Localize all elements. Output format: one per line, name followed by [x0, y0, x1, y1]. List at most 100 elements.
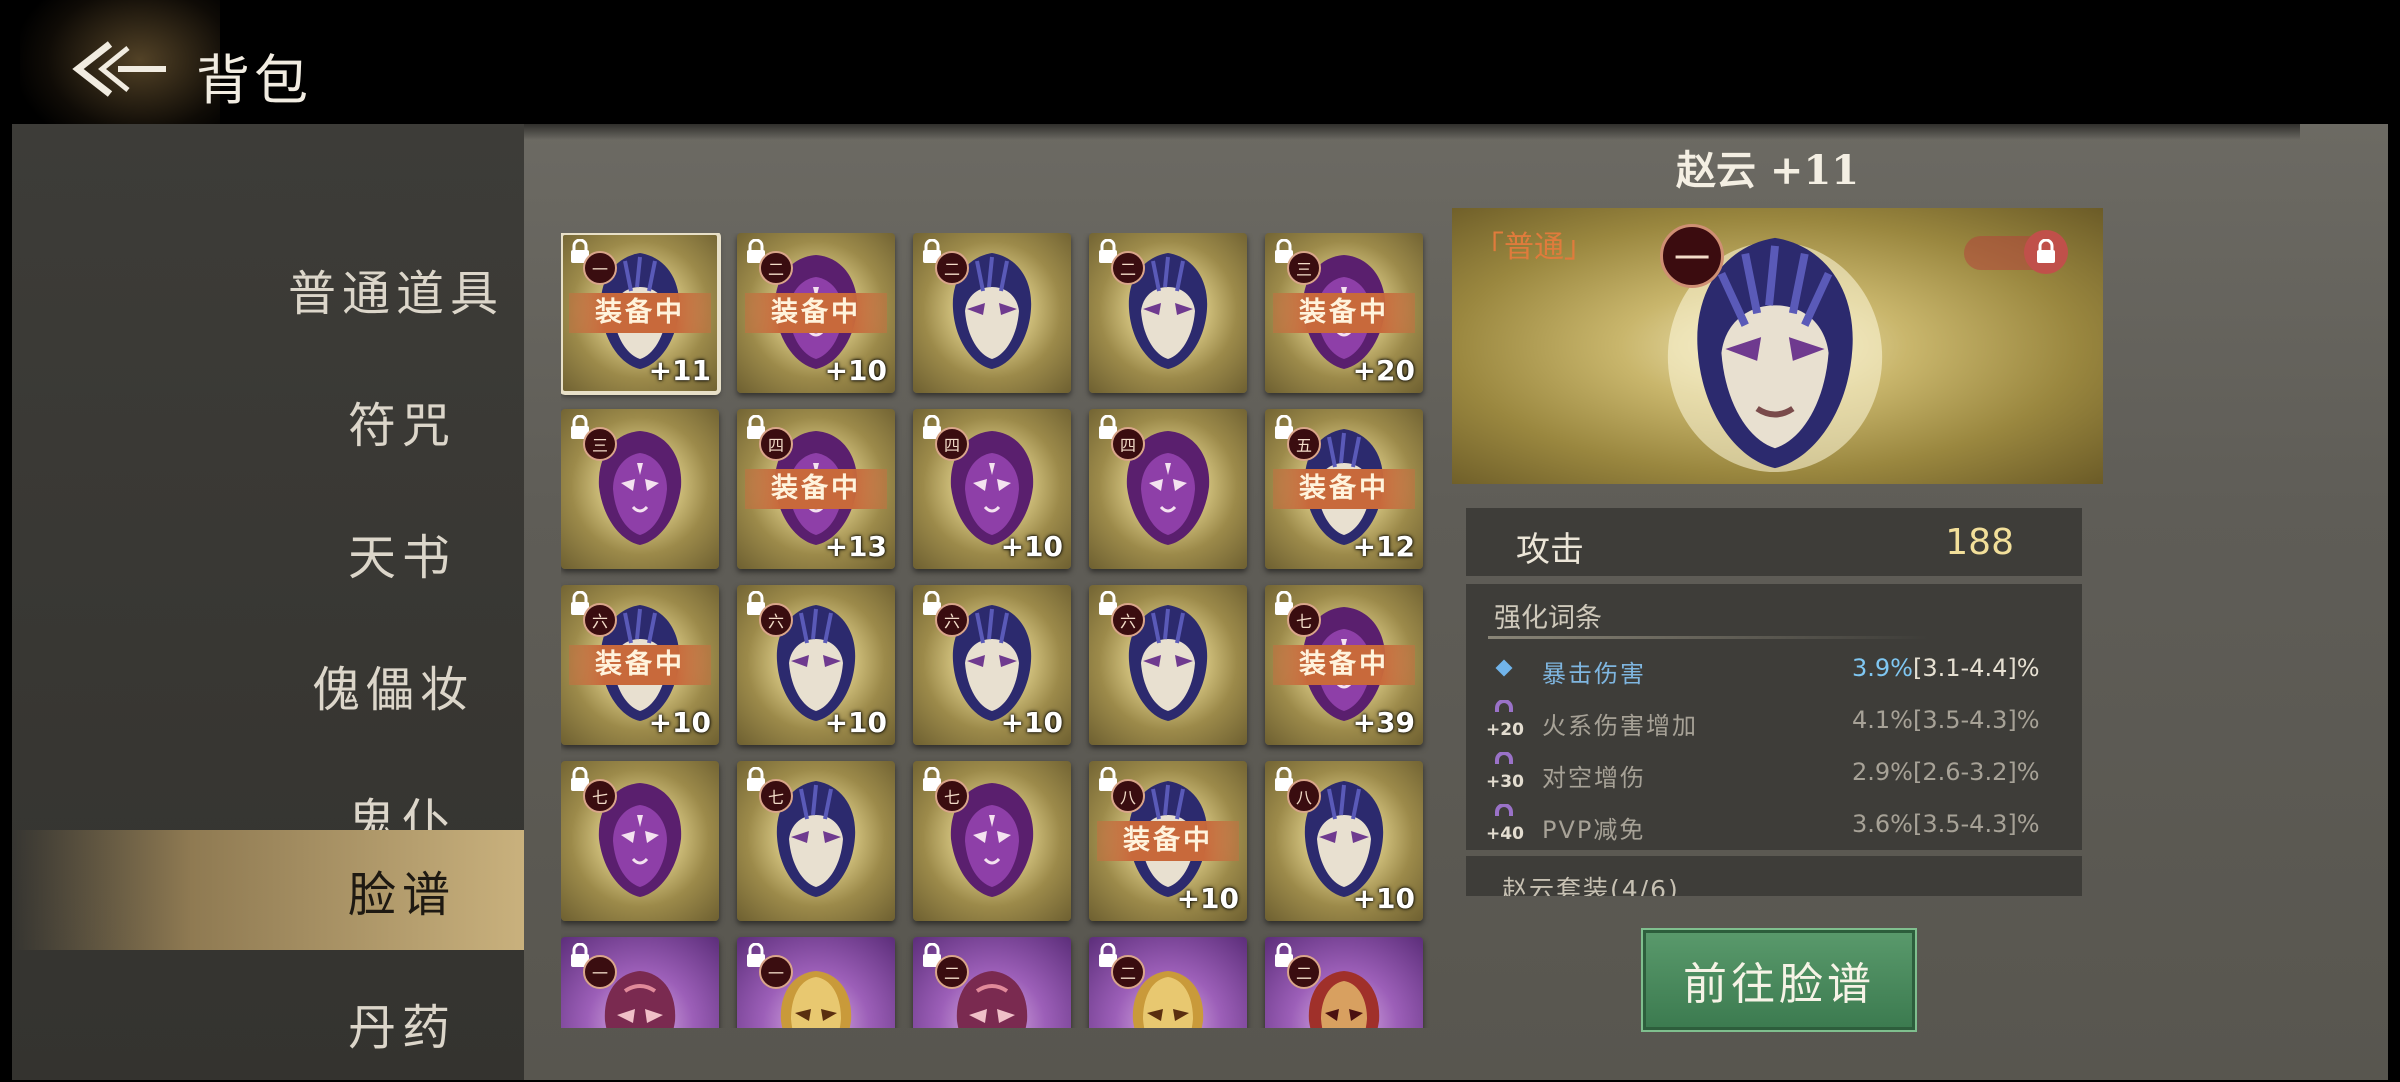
sidebar-item-face-masks[interactable]: 脸谱 — [12, 830, 524, 950]
rank-badge: 四 — [1111, 427, 1145, 461]
divider — [1488, 636, 1928, 639]
mask-item-slot[interactable]: 二 — [1089, 233, 1247, 393]
rank-badge: 三 — [1287, 251, 1321, 285]
affix-row: +40 PVP减免 3.6%[3.5-4.3]% — [1466, 802, 2082, 852]
mask-item-slot[interactable]: 七 — [561, 761, 719, 921]
mask-item-slot[interactable]: 二装备中 +10 — [737, 233, 895, 393]
rank-badge: 一 — [1660, 224, 1724, 288]
stat-label: 攻击 — [1516, 530, 1584, 570]
mask-item-slot[interactable]: 二 — [913, 937, 1071, 1028]
mask-item-slot[interactable]: 六 +10 — [913, 585, 1071, 745]
mask-item-slot[interactable]: 五装备中 +12 — [1265, 409, 1423, 569]
rank-badge: 三 — [583, 427, 617, 461]
mask-item-slot[interactable]: 八装备中 +10 — [1089, 761, 1247, 921]
rank-badge: 一 — [583, 251, 617, 285]
rank-badge: 六 — [759, 603, 793, 637]
mask-item-slot[interactable]: 六装备中 +10 — [561, 585, 719, 745]
affix-row: +30 对空增伤 2.9%[2.6-3.2]% — [1466, 750, 2082, 800]
rank-badge: 一 — [583, 955, 617, 989]
equipped-banner: 装备中 — [745, 469, 887, 509]
mask-item-slot[interactable]: 二 — [1265, 937, 1423, 1028]
affix-value: 3.9%[3.1-4.4]% — [1852, 654, 2040, 682]
enhance-level: +10 — [648, 706, 711, 739]
unlock-level: +40 — [1486, 824, 1524, 844]
equipped-banner: 装备中 — [1273, 469, 1415, 509]
enhance-level: +12 — [1352, 530, 1415, 563]
go-to-masks-button[interactable]: 前往脸谱 — [1641, 928, 1917, 1032]
affix-value: 4.1%[3.5-4.3]% — [1852, 706, 2040, 734]
mask-item-slot[interactable]: 七 — [737, 761, 895, 921]
set-label: 赵云套装(4/6) — [1502, 875, 1680, 896]
mask-item-slot[interactable]: 四 — [1089, 409, 1247, 569]
enhance-level: +10 — [824, 354, 887, 387]
sidebar-item-normal-items[interactable]: 普通道具 — [12, 230, 524, 348]
unlock-level: +20 — [1486, 720, 1524, 740]
mask-item-slot[interactable]: 六 — [1089, 585, 1247, 745]
affix-name: 对空增伤 — [1542, 764, 1646, 792]
rank-badge: 八 — [1287, 779, 1321, 813]
mask-item-slot[interactable]: 一 — [561, 937, 719, 1028]
affix-value: 3.6%[3.5-4.3]% — [1852, 810, 2040, 838]
mask-item-slot[interactable]: 二 — [1089, 937, 1247, 1028]
mask-item-slot[interactable]: 四 +10 — [913, 409, 1071, 569]
equipped-banner: 装备中 — [1097, 821, 1239, 861]
back-arrow-icon[interactable] — [70, 36, 170, 102]
mask-item-slot[interactable]: 三 — [561, 409, 719, 569]
lock-icon: +40 — [1486, 804, 1524, 848]
rank-badge: 二 — [1111, 251, 1145, 285]
lock-toggle[interactable] — [1964, 230, 2068, 274]
affix-name: 火系伤害增加 — [1542, 712, 1698, 740]
rank-badge: 七 — [583, 779, 617, 813]
mask-item-slot[interactable]: 一装备中 +11 — [561, 233, 721, 395]
mask-item-slot[interactable]: 七装备中 +39 — [1265, 585, 1423, 745]
rank-badge: 一 — [759, 955, 793, 989]
set-bonus-row[interactable]: 赵云套装(4/6) — [1466, 856, 2082, 896]
equipped-banner: 装备中 — [745, 293, 887, 333]
lock-icon: +20 — [1486, 700, 1524, 744]
sidebar-item-label: 天书 — [347, 530, 456, 586]
rank-badge: 七 — [759, 779, 793, 813]
sidebar-item-talismans[interactable]: 符咒 — [12, 362, 524, 480]
rank-badge: 二 — [935, 955, 969, 989]
enhance-level: +10 — [824, 706, 887, 739]
affix-row: +20 火系伤害增加 4.1%[3.5-4.3]% — [1466, 698, 2082, 748]
sidebar-item-label: 脸谱 — [347, 867, 456, 923]
sidebar-item-heavenly-books[interactable]: 天书 — [12, 494, 524, 612]
mask-item-slot[interactable]: 八 +10 — [1265, 761, 1423, 921]
rank-badge: 六 — [583, 603, 617, 637]
stat-value: 188 — [1945, 522, 2014, 563]
rank-badge: 二 — [935, 251, 969, 285]
rank-badge: 四 — [759, 427, 793, 461]
quality-label: 「普通」 — [1474, 230, 1594, 265]
page-title: 背包 — [196, 49, 312, 112]
mask-item-slot[interactable]: 六 +10 — [737, 585, 895, 745]
sidebar-item-label: 傀儡妆 — [311, 662, 474, 718]
torn-edge-decoration — [520, 116, 2300, 140]
unlock-level: +30 — [1486, 772, 1524, 792]
mask-item-slot[interactable]: 二 — [913, 233, 1071, 393]
equipped-banner: 装备中 — [569, 645, 711, 685]
enhance-level: +10 — [1000, 530, 1063, 563]
rank-badge: 二 — [1287, 955, 1321, 989]
sidebar-item-label: 普通道具 — [287, 266, 504, 322]
sidebar-item-label: 符咒 — [347, 398, 456, 454]
affix-value: 2.9%[2.6-3.2]% — [1852, 758, 2040, 786]
mask-item-slot[interactable]: 四装备中 +13 — [737, 409, 895, 569]
sidebar-item-elixirs[interactable]: 丹药 — [12, 964, 524, 1082]
category-sidebar: 普通道具 符咒 天书 傀儡妆 鬼仆 脸谱 丹药 — [12, 124, 524, 1080]
lock-icon — [2024, 230, 2068, 274]
rank-badge: 七 — [935, 779, 969, 813]
mask-item-slot[interactable]: 三装备中 +20 — [1265, 233, 1423, 393]
sidebar-item-puppet-makeup[interactable]: 傀儡妆 — [12, 626, 524, 744]
mask-item-slot[interactable]: 七 — [913, 761, 1071, 921]
rank-badge: 二 — [759, 251, 793, 285]
rank-badge: 六 — [1111, 603, 1145, 637]
equipped-banner: 装备中 — [1273, 645, 1415, 685]
mask-grid: 一装备中 +11 二装备中 +10 二二三装备中 +20 三四装备中 +13 四 +10 四五装备中… — [561, 233, 1431, 1028]
enhance-level: +39 — [1352, 706, 1415, 739]
affix-section-title: 强化词条 — [1494, 603, 1602, 634]
mask-item-slot[interactable]: 一 — [737, 937, 895, 1028]
rank-badge: 二 — [1111, 955, 1145, 989]
rank-badge: 八 — [1111, 779, 1145, 813]
main-stat-row: 攻击 188 — [1466, 508, 2082, 576]
